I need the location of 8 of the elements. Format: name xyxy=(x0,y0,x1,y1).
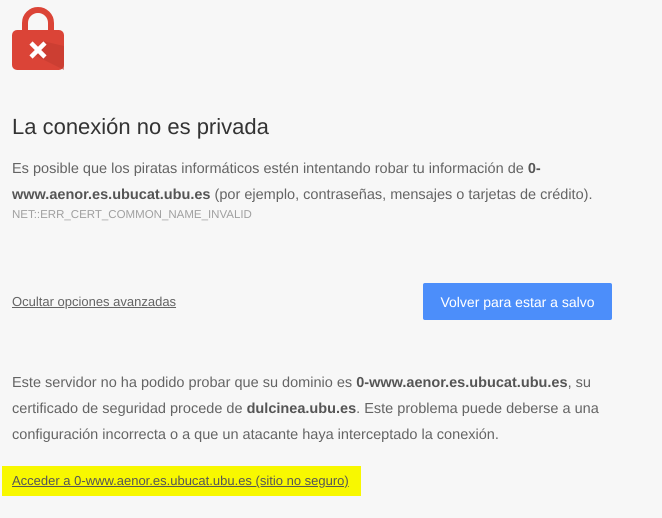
advanced-options-link[interactable]: Ocultar opciones avanzadas xyxy=(12,294,176,309)
warning-paragraph: Es posible que los piratas informáticos estén intentando robar tu información de 0-www.aenor.es.ubucat.ubu.es (por ejemplo, contraseñas, mensajes o tarjetas de crédito). xyxy=(12,160,594,205)
back-to-safety-button[interactable]: Volver para estar a salvo xyxy=(423,283,612,320)
padlock-error-icon xyxy=(12,6,64,70)
error-code: NET::ERR_CERT_COMMON_NAME_INVALID xyxy=(12,209,253,221)
details-paragraph: Este servidor no ha podido probar que su dominio es 0-www.aenor.es.ubucat.ubu.es, su certificado de seguridad procede de dulcinea.ubu.es. Este problema puede deberse a una configuración incorrecta o a que un atacante haya interceptado la conexión. xyxy=(12,374,600,445)
proceed-unsafe-link[interactable]: Acceder a 0-www.aenor.es.ubucat.ubu.es (sitio no seguro) xyxy=(12,473,349,488)
page-heading: La conexión no es privada xyxy=(12,113,270,141)
